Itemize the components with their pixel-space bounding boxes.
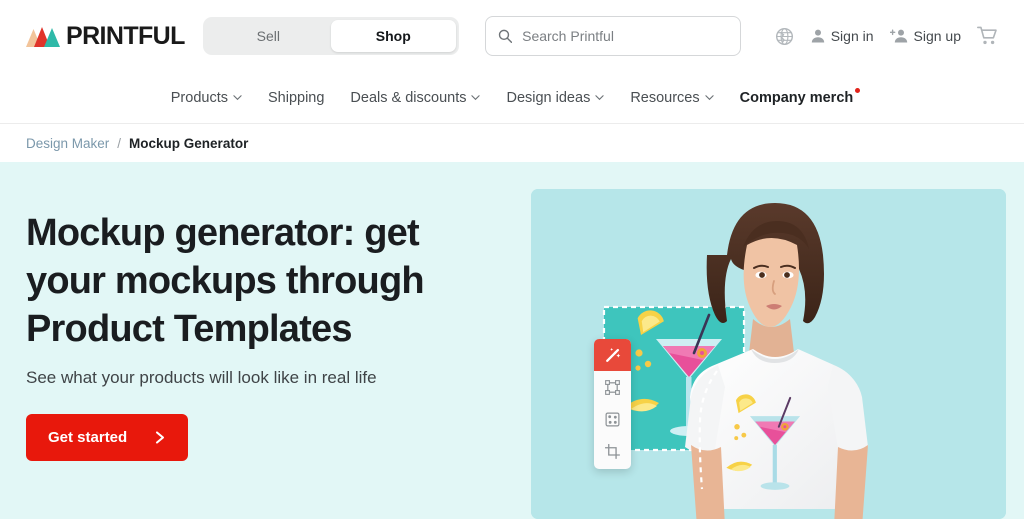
nav-label: Design ideas (506, 89, 591, 106)
nav-label: Company merch (739, 89, 854, 106)
nav-label: Resources (630, 89, 700, 106)
breadcrumb-current: Mockup Generator (129, 135, 249, 151)
chevron-down-icon (233, 95, 242, 101)
nav-label: Deals & discounts (350, 89, 467, 106)
breadcrumb-parent-link[interactable]: Design Maker (26, 136, 109, 151)
chevron-down-icon (704, 95, 714, 101)
nav-item-design-ideas[interactable]: Design ideas (506, 90, 604, 106)
get-started-label: Get started (48, 428, 128, 446)
hero-copy: Mockup generator: get your mockups throu… (26, 210, 486, 461)
transform-nodes-icon[interactable] (594, 371, 631, 403)
sign-up-label: Sign up (913, 28, 961, 44)
get-started-button[interactable]: Get started (26, 413, 189, 461)
chevron-right-icon (156, 431, 165, 444)
sign-up-link[interactable]: Sign up (889, 28, 961, 44)
toggle-shop[interactable]: Shop (330, 20, 456, 52)
logo-mountains-icon (26, 27, 60, 47)
chevron-down-icon (471, 95, 481, 101)
breadcrumb-separator: / (117, 135, 122, 151)
logo-wordmark: PRINTFUL (66, 21, 185, 50)
editor-toolbar (594, 339, 631, 469)
page-title: Mockup generator: get your mockups throu… (26, 212, 425, 350)
sign-in-label: Sign in (830, 28, 874, 44)
search-icon (498, 29, 512, 43)
search-box[interactable] (484, 16, 741, 56)
sell-shop-toggle[interactable]: Sell Shop (202, 17, 459, 55)
printful-logo[interactable]: PRINTFUL (26, 21, 185, 50)
breadcrumb: Design Maker / Mockup Generator (0, 124, 1024, 162)
person-icon (811, 29, 824, 43)
hero-artwork (531, 189, 1006, 519)
new-badge-dot (855, 87, 861, 93)
crop-icon[interactable] (594, 435, 631, 467)
globe-icon[interactable] (775, 27, 794, 46)
toggle-sell[interactable]: Sell (206, 20, 331, 52)
top-header: PRINTFUL Sell Shop Search Printful Sign … (0, 0, 1024, 72)
sign-in-link[interactable]: Sign in (810, 28, 874, 44)
nav-label: Shipping (267, 89, 325, 106)
account-cluster: Sign in Sign up (775, 26, 998, 46)
nav-item-products[interactable]: Products (171, 90, 242, 106)
hero-section: Mockup generator: get your mockups throu… (0, 162, 1024, 519)
nav-item-resources[interactable]: Resources (630, 89, 714, 106)
person-add-icon (889, 29, 907, 43)
shopping-cart-icon[interactable] (977, 26, 998, 46)
nav-item-shipping[interactable]: Shipping (268, 90, 324, 106)
chevron-down-icon (595, 95, 604, 101)
nav-item-deals-discounts[interactable]: Deals & discounts (350, 89, 481, 106)
page-root: PRINTFUL Sell Shop Search Printful Sign … (0, 0, 1024, 522)
search-input[interactable] (522, 28, 728, 44)
pattern-square-icon[interactable] (594, 403, 631, 435)
magic-wand-icon[interactable] (594, 339, 631, 371)
nav-item-company-merch[interactable]: Company merch (739, 87, 861, 106)
nav-label: Products (170, 89, 228, 106)
main-navigation: Products Shipping Deals & discounts Desi… (0, 72, 1024, 124)
hero-subtitle: See what your products will look like in… (26, 367, 377, 387)
